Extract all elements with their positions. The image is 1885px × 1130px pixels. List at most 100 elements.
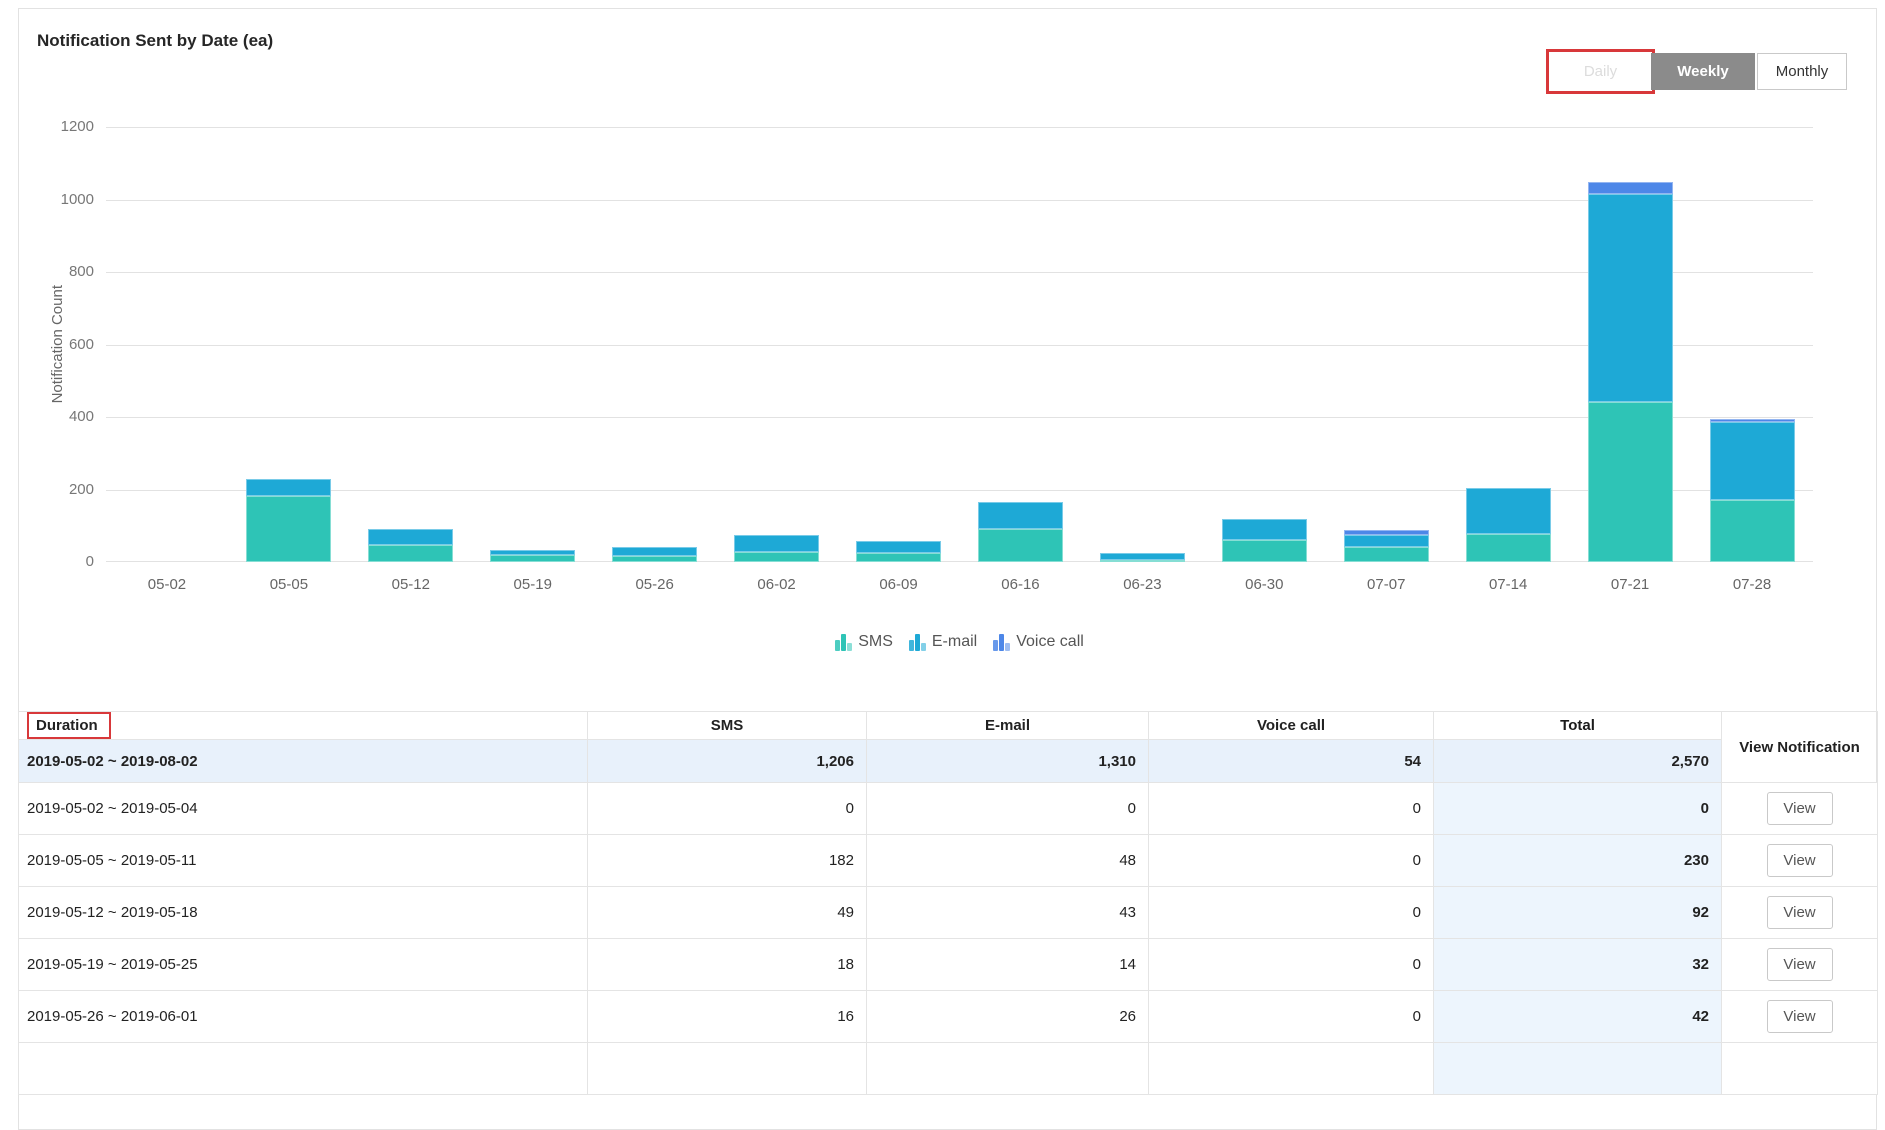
bar-07-21 xyxy=(1588,182,1673,562)
legend-item-sms: SMS xyxy=(835,633,893,651)
bar-segment-voice-call xyxy=(1588,182,1673,194)
bar-segment-e-mail xyxy=(1588,194,1673,402)
gridline xyxy=(106,200,1813,201)
bar-segment-sms xyxy=(246,496,331,562)
gridline xyxy=(106,127,1813,128)
y-axis-tick-label: 400 xyxy=(32,408,94,425)
bar-segment-sms xyxy=(1222,540,1307,562)
x-axis-label: 06-23 xyxy=(1081,576,1203,593)
bar-06-30 xyxy=(1222,518,1307,562)
bar-segment-sms xyxy=(734,552,819,562)
x-axis-label: 05-19 xyxy=(472,576,594,593)
sms-cell: 182 xyxy=(588,835,867,887)
x-axis-label: 05-12 xyxy=(350,576,472,593)
bar-segment-sms xyxy=(490,555,575,562)
view-button[interactable]: View xyxy=(1767,1000,1833,1033)
bar-segment-sms xyxy=(1100,560,1185,562)
y-axis-tick-label: 1200 xyxy=(32,118,94,135)
duration-annotation-box: Duration xyxy=(27,712,111,739)
bar-06-16 xyxy=(978,502,1063,562)
email-cell: 48 xyxy=(867,835,1149,887)
sms-cell: 18 xyxy=(588,939,867,991)
email-header: E-mail xyxy=(867,712,1149,740)
x-axis-label: 06-16 xyxy=(960,576,1082,593)
gridline xyxy=(106,561,1813,562)
bar-05-26 xyxy=(612,547,697,562)
duration-cell: 2019-05-26 ~ 2019-06-01 xyxy=(19,991,588,1043)
y-axis-tick-label: 1000 xyxy=(32,191,94,208)
legend-item-voice-call: Voice call xyxy=(993,633,1084,651)
bar-segment-e-mail xyxy=(734,535,819,552)
voice-cell: 0 xyxy=(1149,783,1434,835)
sms-cell: 0 xyxy=(588,783,867,835)
bar-segment-sms xyxy=(612,556,697,562)
bar-segment-e-mail xyxy=(978,502,1063,529)
bar-segment-e-mail xyxy=(368,529,453,545)
table-row: 2019-05-05 ~ 2019-05-11182480230View xyxy=(19,835,1878,887)
gridline xyxy=(106,417,1813,418)
summary-email-cell: 1,310 xyxy=(867,740,1149,783)
plot-area xyxy=(106,127,1813,562)
bar-07-14 xyxy=(1466,488,1551,562)
x-axis-label: 07-21 xyxy=(1569,576,1691,593)
bar-segment-sms xyxy=(856,553,941,562)
bar-segment-sms xyxy=(978,529,1063,562)
bar-05-12 xyxy=(368,529,453,562)
bar-05-05 xyxy=(246,479,331,562)
gridline xyxy=(106,345,1813,346)
monthly-button[interactable]: Monthly xyxy=(1757,53,1847,90)
duration-cell: 2019-05-02 ~ 2019-05-04 xyxy=(19,783,588,835)
summary-duration-cell: 2019-05-02 ~ 2019-08-02 xyxy=(19,740,588,783)
bar-06-02 xyxy=(734,535,819,562)
bar-segment-e-mail xyxy=(1344,535,1429,547)
bar-segment-e-mail xyxy=(1710,422,1795,500)
x-axis-label: 07-28 xyxy=(1691,576,1813,593)
view-button[interactable]: View xyxy=(1767,896,1833,929)
x-axis-label: 06-02 xyxy=(716,576,838,593)
total-cell: 0 xyxy=(1434,783,1722,835)
email-cell: 14 xyxy=(867,939,1149,991)
view-notification-header: View Notification xyxy=(1722,712,1878,783)
summary-sms-cell: 1,206 xyxy=(588,740,867,783)
bar-segment-sms xyxy=(1466,534,1551,562)
daily-button[interactable]: Daily xyxy=(1550,53,1651,90)
y-axis-tick-label: 0 xyxy=(32,553,94,570)
bar-segment-sms xyxy=(368,545,453,562)
total-header: Total xyxy=(1434,712,1722,740)
email-cell: 0 xyxy=(867,783,1149,835)
voice-cell: 0 xyxy=(1149,835,1434,887)
x-axis-label: 05-05 xyxy=(228,576,350,593)
x-axis-label: 07-07 xyxy=(1325,576,1447,593)
weekly-button[interactable]: Weekly xyxy=(1651,53,1755,90)
gridline xyxy=(106,490,1813,491)
sms-header: SMS xyxy=(588,712,867,740)
legend-item-e-mail: E-mail xyxy=(909,633,977,651)
mini-bar-chart-icon xyxy=(835,634,852,651)
bar-segment-e-mail xyxy=(1100,553,1185,560)
bar-segment-sms xyxy=(1710,500,1795,562)
voice-cell: 0 xyxy=(1149,991,1434,1043)
chart-legend: SMS E-mail Voice call xyxy=(106,633,1813,651)
table-row-partial xyxy=(19,1043,1878,1095)
bar-segment-e-mail xyxy=(1466,488,1551,534)
view-cell: View xyxy=(1722,783,1878,835)
x-axis-label: 05-26 xyxy=(594,576,716,593)
duration-cell: 2019-05-19 ~ 2019-05-25 xyxy=(19,939,588,991)
x-axis-label: 05-02 xyxy=(106,576,228,593)
view-button[interactable]: View xyxy=(1767,844,1833,877)
bar-05-19 xyxy=(490,550,575,562)
view-button[interactable]: View xyxy=(1767,948,1833,981)
y-axis-tick-label: 200 xyxy=(32,481,94,498)
legend-label: SMS xyxy=(858,633,893,651)
view-cell: View xyxy=(1722,887,1878,939)
bar-06-23 xyxy=(1100,553,1185,562)
view-button[interactable]: View xyxy=(1767,792,1833,825)
bar-segment-sms xyxy=(1344,547,1429,562)
bar-07-07 xyxy=(1344,530,1429,562)
bar-06-09 xyxy=(856,541,941,562)
y-axis-tick-label: 600 xyxy=(32,336,94,353)
duration-table: Duration SMS E-mail Voice call Total Vie… xyxy=(18,711,1878,1095)
view-cell: View xyxy=(1722,991,1878,1043)
duration-cell: 2019-05-12 ~ 2019-05-18 xyxy=(19,887,588,939)
table-row: 2019-05-19 ~ 2019-05-251814032View xyxy=(19,939,1878,991)
